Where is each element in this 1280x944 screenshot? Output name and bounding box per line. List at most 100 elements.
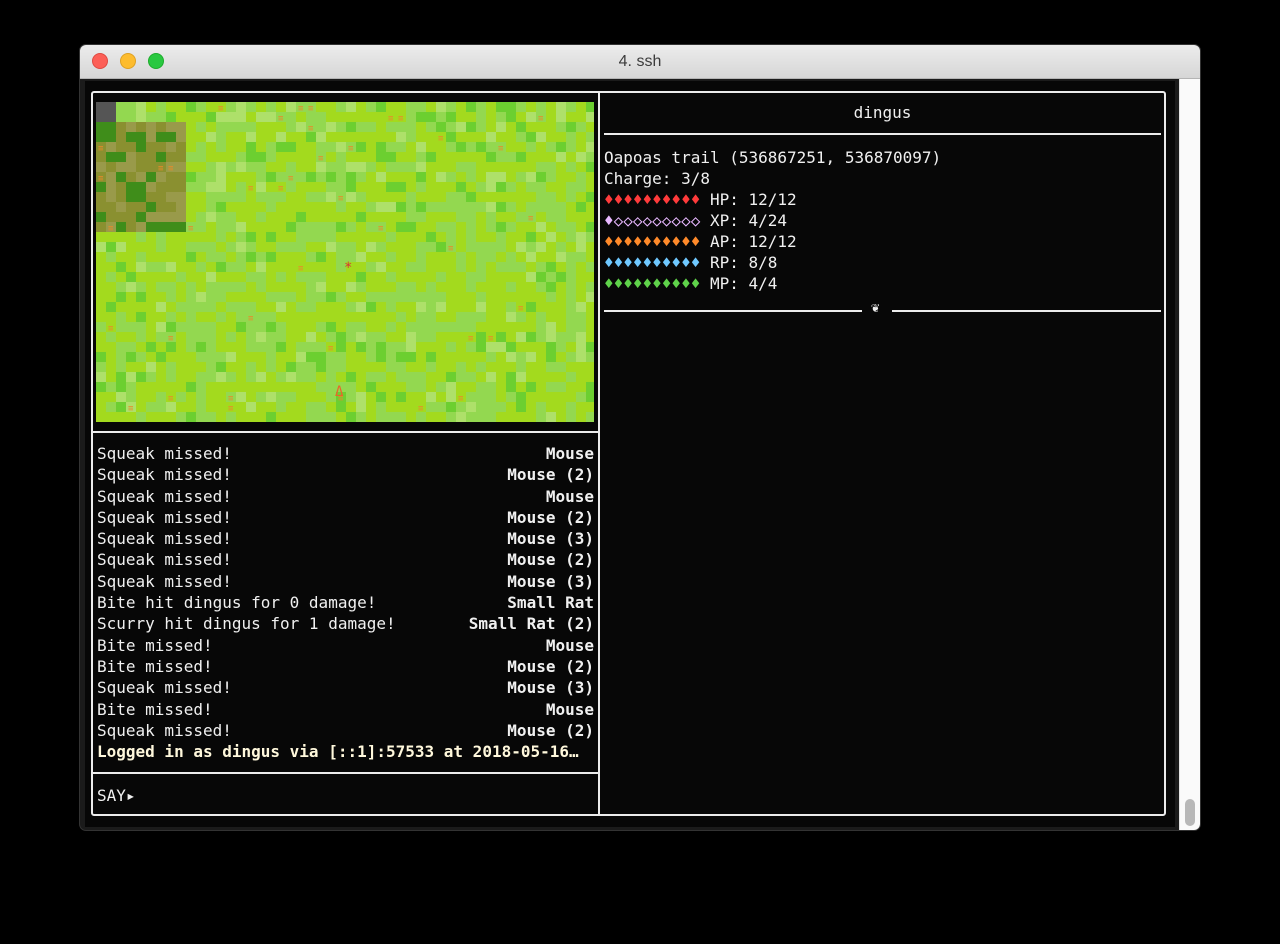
map-item-glyph: ≡ (458, 394, 464, 404)
map-item-glyph: ≡ (288, 174, 294, 184)
terminal-window: 4. ssh ≡ ≡ ≡ ≡ ≡ ≡ ≡ ≡ ≡ ≡ ≡ ≡ ≡ ≡ ≡ ≡ ≡ ≡ ≡ ≡ ≡ ≡ ≡ ≡ ≡ ≡ ≡ ≡ ≡ ≡ ≡ ≡ ≡… (80, 45, 1200, 830)
ap-label: AP: 12/12 (709, 232, 797, 251)
map-log-divider (91, 431, 600, 433)
map-item-glyph: ≡ (328, 344, 334, 354)
map-item-glyph: ≡ (278, 184, 284, 194)
say-prompt[interactable]: SAY▸ (97, 785, 136, 807)
log-prompt-divider (91, 772, 600, 774)
map-item-glyph: ≡ (158, 164, 164, 174)
message-log: Squeak missed! Mouse Squeak missed! Mouse (… (97, 443, 594, 762)
map-item-glyph: ≡ (108, 224, 114, 234)
map-rock (96, 102, 116, 122)
map-item-glyph: ≡ (308, 124, 314, 134)
log-source: Mouse (3) (507, 571, 594, 591)
location-text: Oapoas trail (536867251, 536870097) (604, 148, 942, 167)
map-item-glyph: ≡ (398, 114, 404, 124)
login-message-row: Logged in as dingus via [::1]:57533 at 2… (97, 741, 594, 762)
log-row: Squeak missed! Mouse (2) (97, 549, 594, 570)
scrollbar-thumb[interactable] (1185, 799, 1195, 826)
log-row: Squeak missed! Mouse (97, 486, 594, 507)
map-item-glyph: ≡ (418, 404, 424, 414)
xp-stat: ♦◇◇◇◇◇◇◇◇◇ XP: 4/24 (604, 210, 787, 231)
log-source: Mouse (2) (507, 507, 594, 527)
map-item-glyph: ≡ (528, 214, 534, 224)
map-item-glyph: ≡ (188, 224, 194, 234)
xp-bar: ♦◇◇◇◇◇◇◇◇◇ (604, 211, 701, 230)
map-item-glyph: ≡ (168, 394, 174, 404)
log-source: Mouse (3) (507, 678, 594, 698)
rp-label: RP: 8/8 (709, 253, 778, 272)
log-message: Bite hit dingus for 0 damage! (97, 593, 377, 613)
map-item-glyph: ≡ (498, 144, 504, 154)
log-source: Mouse (3) (507, 529, 594, 549)
log-row: Bite hit dingus for 0 damage! Small Rat (97, 592, 594, 613)
map-tiles: ≡≡≡≡≡≡≡≡≡≡≡≡≡≡≡≡≡≡≡≡≡≡≡≡≡≡≡≡≡≡≡≡≡≡≡≡≡ ≡≡≡… (96, 102, 594, 422)
rp-stat: ♦♦♦♦♦♦♦♦♦♦ RP: 8/8 (604, 252, 777, 273)
hp-bar: ♦♦♦♦♦♦♦♦♦♦ (604, 190, 701, 209)
map-item-glyph: ≡ (348, 144, 354, 154)
map-item-glyph: ≡ (128, 404, 134, 414)
log-source: Mouse (545, 699, 594, 719)
log-row: Squeak missed! Mouse (3) (97, 571, 594, 592)
map-item-glyph: ≡ (338, 194, 344, 204)
map-item-glyph: ≡ (108, 324, 114, 334)
log-row: Squeak missed! Mouse (2) (97, 464, 594, 485)
log-source: Mouse (2) (507, 656, 594, 676)
stats-separator: ❦ (604, 300, 1161, 318)
ap-stat: ♦♦♦♦♦♦♦♦♦♦ AP: 12/12 (604, 231, 797, 252)
log-message: Squeak missed! (97, 507, 232, 527)
map-item-glyph: ≡ (248, 184, 254, 194)
map-item-glyph: ≡ (438, 134, 444, 144)
fleuron-icon: ❦ (871, 300, 880, 316)
mp-label: MP: 4/4 (709, 274, 778, 293)
log-row: Bite missed! Mouse (97, 699, 594, 720)
pane-divider (598, 92, 600, 815)
log-row: Bite missed! Mouse (97, 635, 594, 656)
map-item-glyph: ≡ (448, 244, 454, 254)
log-source: Mouse (2) (507, 550, 594, 570)
ap-bar: ♦♦♦♦♦♦♦♦♦♦ (604, 232, 701, 251)
log-message: Scurry hit dingus for 1 damage! (97, 614, 396, 634)
map-item-glyph: ≡ (168, 334, 174, 344)
log-message: Squeak missed! (97, 486, 232, 506)
map-item-glyph: ≡ (388, 114, 394, 124)
log-message: Squeak missed! (97, 571, 232, 591)
map-item-glyph: ≡ (98, 174, 104, 184)
log-source: Small Rat (507, 593, 594, 613)
map-item-glyph: ≡ (228, 394, 234, 404)
charge-text: Charge: 3/8 (604, 169, 710, 188)
log-message: Squeak missed! (97, 529, 232, 549)
log-row: Bite missed! Mouse (2) (97, 656, 594, 677)
map-item-glyph: ≡ (98, 144, 104, 154)
scrollbar[interactable] (1179, 79, 1200, 830)
map-item-glyph: ≡ (298, 264, 304, 274)
log-source: Small Rat (2) (468, 614, 594, 634)
map-item-glyph: ≡ (218, 104, 224, 114)
log-row: Squeak missed! Mouse (2) (97, 720, 594, 741)
rp-bar: ♦♦♦♦♦♦♦♦♦♦ (604, 253, 701, 272)
title-bar[interactable]: 4. ssh (80, 45, 1200, 79)
log-row: Squeak missed! Mouse (97, 443, 594, 464)
player-marker: * (344, 260, 352, 276)
log-row: Squeak missed! Mouse (3) (97, 528, 594, 549)
map-item-glyph: ≡ (278, 114, 284, 124)
map-item-glyph: ≡ (308, 104, 314, 114)
map-item-glyph: ≡ (468, 334, 474, 344)
log-row: Squeak missed! Mouse (2) (97, 507, 594, 528)
map-item-glyph: ≡ (298, 104, 304, 114)
log-source: Mouse (545, 486, 594, 506)
map-item-glyph: ≡ (488, 334, 494, 344)
login-message: Logged in as dingus via [::1]:57533 at 2… (97, 742, 579, 762)
hp-stat: ♦♦♦♦♦♦♦♦♦♦ HP: 12/12 (604, 189, 797, 210)
map-item-glyph: ≡ (538, 114, 544, 124)
name-divider (604, 133, 1161, 135)
log-row: Scurry hit dingus for 1 damage! Small Rat… (97, 613, 594, 634)
log-message: Squeak missed! (97, 550, 232, 570)
log-message: Squeak missed! (97, 444, 232, 463)
log-source: Mouse (545, 635, 594, 655)
hp-label: HP: 12/12 (709, 190, 797, 209)
world-map[interactable]: ≡ ≡ ≡ ≡ ≡ ≡ ≡ ≡ ≡ ≡ ≡ ≡ ≡ ≡ ≡ ≡ ≡ ≡ ≡ ≡ ≡ ≡ ≡ ≡ ≡ ≡ ≡ ≡ ≡ ≡ ≡ ≡ ≡ ≡ ≡ ≡ ≡ ≡ ≡ ≡… (96, 102, 594, 422)
log-source: Mouse (545, 444, 594, 463)
log-message: Squeak missed! (97, 465, 232, 485)
log-message: Bite missed! (97, 635, 213, 655)
